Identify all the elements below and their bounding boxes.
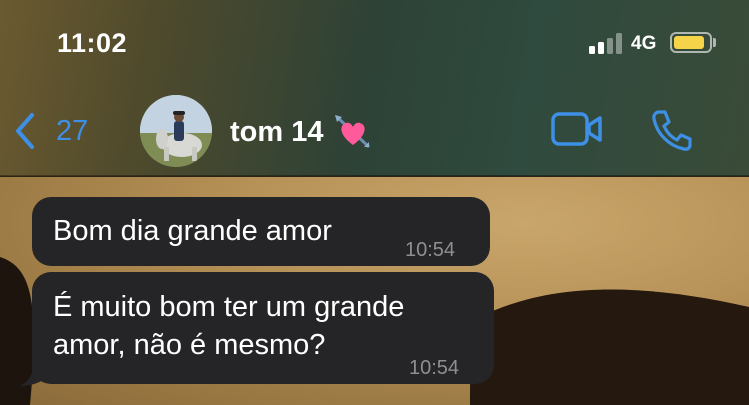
message-text-line-1: É muito bom ter um grande	[53, 291, 405, 323]
voice-call-button[interactable]	[650, 108, 694, 152]
video-call-button[interactable]	[551, 111, 603, 147]
message-time: 10:54	[409, 357, 460, 379]
unread-count: 27	[56, 114, 89, 147]
contact-name-text: tom 14	[230, 115, 324, 148]
status-time: 11:02	[57, 28, 128, 58]
message-text: Bom dia grande amor	[53, 215, 332, 247]
bubble-tail	[20, 362, 48, 386]
heart-with-arrow-icon	[335, 115, 371, 149]
avatar-photo	[140, 95, 212, 167]
message-bubble[interactable]: É muito bom ter um grande amor, não é me…	[32, 272, 494, 384]
contact-name[interactable]: tom 14	[230, 113, 373, 151]
contact-avatar[interactable]	[140, 95, 212, 167]
back-button[interactable]: 27	[14, 110, 114, 152]
battery-tip	[713, 38, 716, 47]
chat-messages[interactable]: Bom dia grande amor 10:54 É muito bom te…	[0, 177, 749, 405]
battery-icon	[670, 32, 712, 53]
video-camera-icon	[551, 112, 602, 146]
message-time: 10:54	[405, 239, 456, 261]
chevron-left-icon	[16, 113, 34, 149]
network-type: 4G	[631, 33, 657, 54]
phone-icon	[652, 110, 692, 151]
signal-strength-icon	[589, 32, 625, 54]
message-bubble[interactable]: Bom dia grande amor 10:54	[32, 197, 490, 266]
chat-header: 11:02 4G 27 tom 14	[0, 0, 749, 176]
